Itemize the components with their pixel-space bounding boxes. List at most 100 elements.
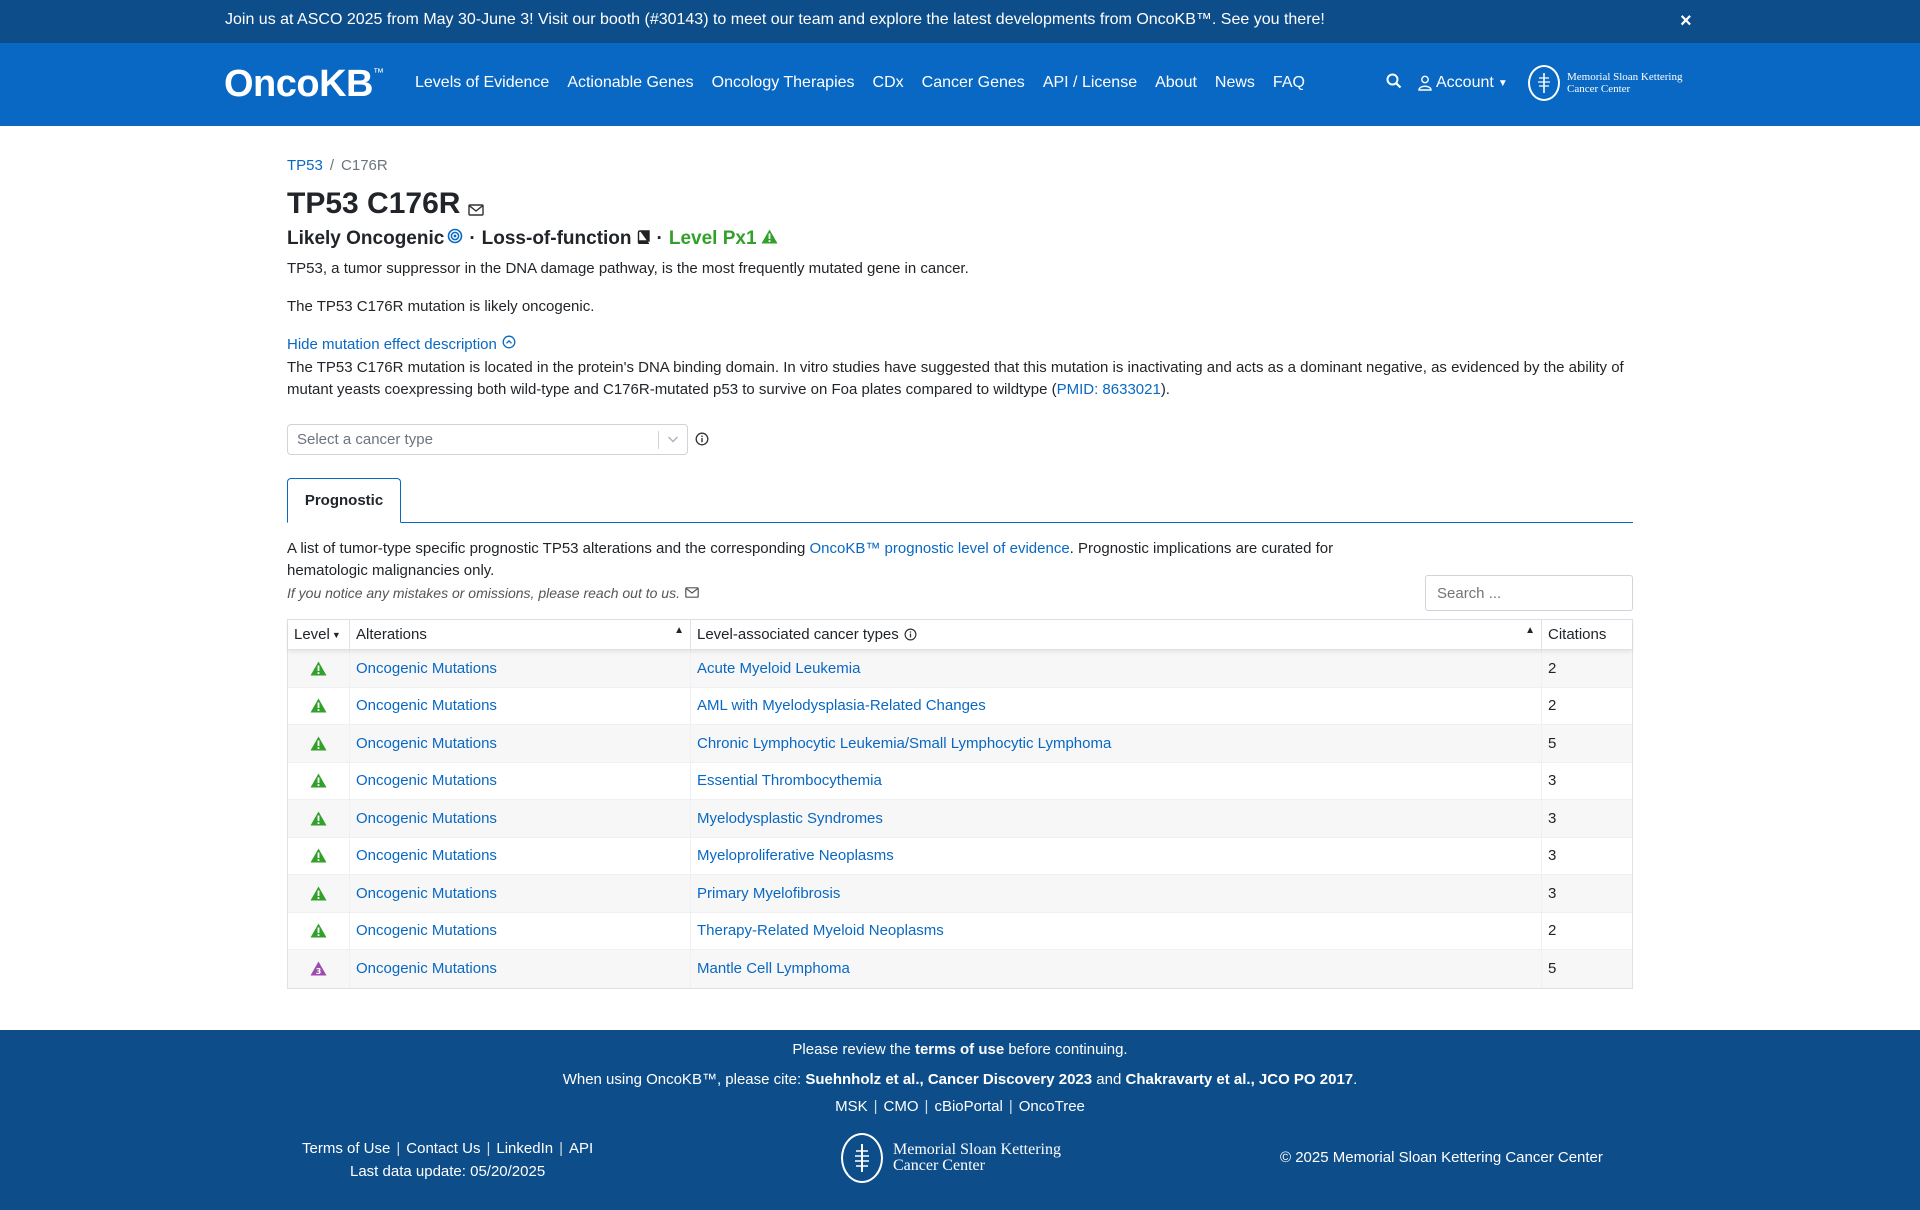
citations-cell[interactable]: 3 <box>1542 763 1632 800</box>
nav-link-api-license[interactable]: API / License <box>1043 74 1137 92</box>
level-px1-icon[interactable] <box>310 886 327 901</box>
footer-link-linkedin[interactable]: LinkedIn <box>496 1140 553 1157</box>
intro-text-pre: A list of tumor-type specific prognostic… <box>287 540 810 557</box>
prognostic-levels-link[interactable]: OncoKB™ prognostic level of evidence <box>810 540 1070 557</box>
pmid-link[interactable]: PMID: 8633021 <box>1057 381 1161 398</box>
citations-cell[interactable]: 3 <box>1542 800 1632 837</box>
level-px1-icon[interactable] <box>310 923 327 938</box>
footer-link-contact[interactable]: Contact Us <box>406 1140 480 1157</box>
cancer-type-select[interactable]: Select a cancer type <box>287 424 688 455</box>
link-divider: | <box>924 1098 929 1115</box>
nav-link-cdx[interactable]: CDx <box>873 74 904 92</box>
level-px3-icon[interactable]: 3 <box>310 961 327 976</box>
msk-line2: Cancer Center <box>1567 83 1631 95</box>
citations-cell[interactable]: 5 <box>1542 950 1632 988</box>
info-icon[interactable] <box>904 628 917 641</box>
level-px1-icon[interactable] <box>310 848 327 863</box>
cancer-type-link[interactable]: AML with Myelodysplasia-Related Changes <box>697 697 986 714</box>
cancer-type-link[interactable]: Myelodysplastic Syndromes <box>697 810 883 827</box>
mail-icon[interactable] <box>468 190 485 224</box>
level-cell <box>288 800 350 837</box>
cancer-type-cell: Mantle Cell Lymphoma <box>691 950 1542 988</box>
citations-cell[interactable]: 2 <box>1542 688 1632 725</box>
footer-link-cbioportal[interactable]: cBioPortal <box>934 1098 1002 1115</box>
alteration-cell: Oncogenic Mutations <box>350 875 691 912</box>
citations-cell[interactable]: 5 <box>1542 725 1632 762</box>
footer-link-api[interactable]: API <box>569 1140 593 1157</box>
account-menu[interactable]: Account ▼ <box>1418 74 1508 92</box>
nav-link-faq[interactable]: FAQ <box>1273 74 1305 92</box>
mutation-effect-label: Loss-of-function <box>481 228 632 249</box>
cancer-type-link[interactable]: Therapy-Related Myeloid Neoplasms <box>697 922 944 939</box>
cancer-type-link[interactable]: Essential Thrombocythemia <box>697 772 882 789</box>
level-px1-icon[interactable] <box>310 736 327 751</box>
alteration-link[interactable]: Oncogenic Mutations <box>356 847 497 864</box>
book-icon[interactable] <box>637 228 651 250</box>
footer-link-oncotree[interactable]: OncoTree <box>1019 1098 1085 1115</box>
column-header-alterations[interactable]: Alterations ▲ <box>350 620 691 649</box>
oncokb-logo[interactable]: OncoKB™ <box>224 63 384 106</box>
search-icon[interactable] <box>1386 73 1402 94</box>
nav-link-news[interactable]: News <box>1215 74 1255 92</box>
breadcrumb-alteration: C176R <box>341 157 388 174</box>
level-px1-icon[interactable] <box>310 811 327 826</box>
tab-prognostic[interactable]: Prognostic <box>287 478 401 523</box>
brand-name: OncoKB <box>224 63 374 105</box>
footer-link-cmo[interactable]: CMO <box>884 1098 919 1115</box>
nav-link-actionable-genes[interactable]: Actionable Genes <box>567 74 693 92</box>
cancer-type-link[interactable]: Chronic Lymphocytic Leukemia/Small Lymph… <box>697 735 1111 752</box>
nav-links: Levels of Evidence Actionable Genes Onco… <box>415 74 1323 92</box>
footer-link-terms[interactable]: Terms of Use <box>302 1140 390 1157</box>
terms-of-use-link[interactable]: terms of use <box>915 1041 1004 1058</box>
alteration-link[interactable]: Oncogenic Mutations <box>356 735 497 752</box>
alteration-link[interactable]: Oncogenic Mutations <box>356 885 497 902</box>
table-search-input[interactable] <box>1425 575 1633 611</box>
citations-cell[interactable]: 2 <box>1542 913 1632 950</box>
citations-cell[interactable]: 3 <box>1542 875 1632 912</box>
reach-out-note[interactable]: If you notice any mistakes or omissions,… <box>287 585 699 601</box>
footer-link-msk[interactable]: MSK <box>835 1098 868 1115</box>
page-title: TP53 C176R <box>287 184 485 224</box>
breadcrumb-gene[interactable]: TP53 <box>287 157 323 174</box>
nav-link-about[interactable]: About <box>1155 74 1197 92</box>
toggle-label: Hide mutation effect description <box>287 335 497 353</box>
reach-out-text: If you notice any mistakes or omissions,… <box>287 585 680 601</box>
sort-asc-icon: ▲ <box>1525 625 1535 636</box>
info-icon[interactable] <box>695 432 709 451</box>
footer-msk-logo[interactable]: Memorial Sloan Kettering Cancer Center <box>841 1133 1061 1183</box>
cite-and: and <box>1092 1071 1126 1088</box>
alteration-link[interactable]: Oncogenic Mutations <box>356 922 497 939</box>
page-title-text: TP53 C176R <box>287 187 461 220</box>
close-icon[interactable]: × <box>1680 10 1692 33</box>
nav-link-oncology-therapies[interactable]: Oncology Therapies <box>712 74 855 92</box>
alteration-link[interactable]: Oncogenic Mutations <box>356 660 497 677</box>
toggle-mutation-description[interactable]: Hide mutation effect description <box>287 335 516 353</box>
cancer-type-cell: Myeloproliferative Neoplasms <box>691 837 1542 874</box>
citations-cell[interactable]: 3 <box>1542 838 1632 875</box>
alteration-link[interactable]: Oncogenic Mutations <box>356 810 497 827</box>
nav-link-levels-of-evidence[interactable]: Levels of Evidence <box>415 74 549 92</box>
nav-link-cancer-genes[interactable]: Cancer Genes <box>922 74 1025 92</box>
sort-asc-icon: ▲ <box>674 625 684 636</box>
citation-link-1[interactable]: Suehnholz et al., Cancer Discovery 2023 <box>805 1071 1092 1088</box>
level-px1-icon[interactable] <box>310 698 327 713</box>
link-divider: | <box>1008 1098 1013 1115</box>
alteration-link[interactable]: Oncogenic Mutations <box>356 772 497 789</box>
level-px1-icon[interactable] <box>310 773 327 788</box>
cancer-type-link[interactable]: Myeloproliferative Neoplasms <box>697 847 894 864</box>
column-header-level[interactable]: Level ▼ <box>288 620 350 649</box>
cancer-type-link[interactable]: Acute Myeloid Leukemia <box>697 660 860 677</box>
msk-logo[interactable]: Memorial Sloan Kettering Cancer Center <box>1528 65 1682 101</box>
tab-underline <box>287 522 1633 523</box>
cancer-type-link[interactable]: Primary Myelofibrosis <box>697 885 840 902</box>
citations-cell[interactable]: 2 <box>1542 650 1632 687</box>
level-header-label: Level <box>294 626 330 643</box>
table-row: Oncogenic Mutations Therapy-Related Myelo… <box>288 912 1632 950</box>
column-header-cancer-types[interactable]: Level-associated cancer types ▲ <box>691 620 1542 649</box>
level-px1-icon[interactable] <box>310 661 327 676</box>
alteration-link[interactable]: Oncogenic Mutations <box>356 960 497 977</box>
alteration-link[interactable]: Oncogenic Mutations <box>356 697 497 714</box>
citation-link-2[interactable]: Chakravarty et al., JCO PO 2017 <box>1126 1071 1354 1088</box>
column-header-citations[interactable]: Citations <box>1542 620 1632 649</box>
cancer-type-link[interactable]: Mantle Cell Lymphoma <box>697 960 850 977</box>
